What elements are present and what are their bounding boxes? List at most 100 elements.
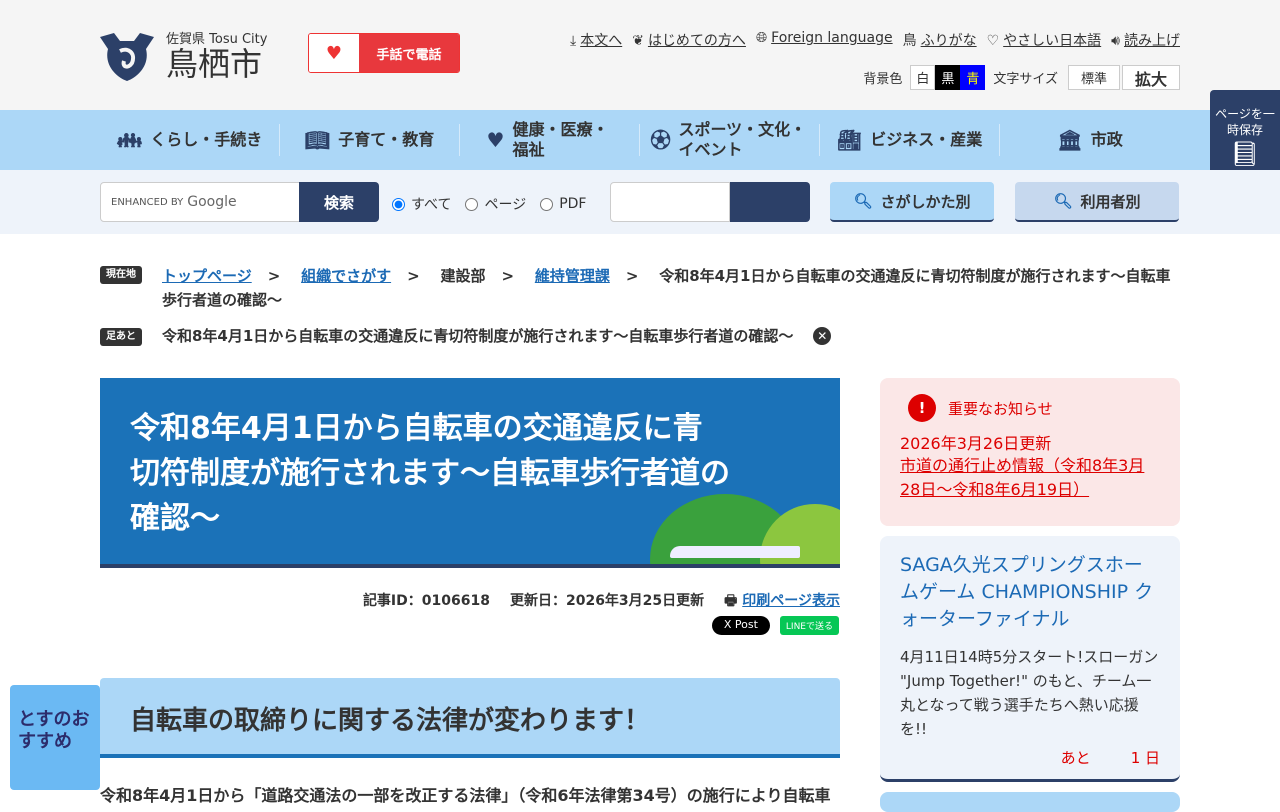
- print-label[interactable]: 印刷ページ表示: [742, 593, 840, 609]
- event-card-next[interactable]: [880, 792, 1180, 812]
- save-page-label: ページを一時保存: [1215, 107, 1275, 137]
- footprint-item[interactable]: 令和8年4月1日から自転車の交通違反に青切符制度が施行されます～自転車歩行者道の…: [162, 325, 793, 346]
- article-id: 記事ID：0106618: [362, 593, 490, 609]
- nav-city-admin[interactable]: 🏛︎ 市政: [1000, 124, 1180, 156]
- scope-all[interactable]: すべて: [392, 194, 451, 214]
- nav-label: くらし・手続き: [150, 130, 263, 149]
- article-meta: 記事ID：0106618 更新日：2026年3月25日更新 🖶 印刷ページ表示: [340, 590, 840, 614]
- updated-date: 更新日：2026年3月25日更新: [509, 593, 705, 609]
- nav-label: 市政: [1090, 130, 1123, 149]
- notice-link[interactable]: 市道の通行止め情報（令和8年3月28日～令和8年6月19日）: [900, 454, 1160, 502]
- util-furigana[interactable]: 鳥ふりがな: [903, 30, 977, 50]
- scope-label: すべて: [411, 197, 452, 213]
- event-countdown: あと 1 日: [900, 747, 1160, 768]
- sign-language-phone-button[interactable]: ♥ 手話で電話: [308, 33, 460, 73]
- google-brand: Google: [187, 194, 237, 210]
- print-link[interactable]: 🖶 印刷ページ表示: [724, 590, 840, 614]
- logo-title: 鳥栖市: [166, 45, 263, 83]
- breadcrumb: 現在地 トップページ > 組織でさがす > 建設部 > 維持管理課 > 令和8年4月1日…: [100, 264, 1180, 312]
- util-skip-to-content[interactable]: ⤓ 本文へ: [570, 30, 622, 50]
- scope-pdf-radio[interactable]: [540, 197, 554, 211]
- util-foreign-language[interactable]: 🌐︎ Foreign language: [756, 30, 893, 50]
- line-share-button[interactable]: LINEで送る: [779, 616, 839, 635]
- secondary-search-button[interactable]: [730, 182, 810, 222]
- bg-black-button[interactable]: 黒: [935, 65, 961, 90]
- button-label: さがしかた別: [880, 192, 971, 211]
- section-heading: 自転車の取締りに関する法律が変わります！: [100, 678, 840, 758]
- util-easy-japanese[interactable]: ♡ やさしい日本語: [987, 30, 1102, 50]
- search-button[interactable]: 検索: [299, 182, 379, 222]
- nav-health[interactable]: ♥ 健康・医療・福祉: [460, 120, 640, 159]
- scope-pdf[interactable]: PDF: [540, 194, 586, 214]
- util-link[interactable]: 本文へ: [580, 33, 622, 49]
- util-beginners[interactable]: ❦ はじめての方へ: [632, 30, 746, 50]
- sign-phone-label: 手話で電話: [359, 34, 459, 72]
- util-read-aloud[interactable]: 🔊︎ 読み上げ: [1111, 30, 1180, 50]
- article-title-banner: 令和8年4月1日から自転車の交通違反に青切符制度が施行されます～自転車歩行者道の…: [100, 378, 840, 568]
- train-decoration: [670, 546, 800, 558]
- globe-icon: 🌐︎: [755, 30, 768, 46]
- search-by-method-button[interactable]: 🔍︎ さがしかた別: [830, 182, 994, 222]
- scope-page-radio[interactable]: [465, 197, 479, 211]
- city-hall-icon: 🏛︎: [1057, 128, 1083, 152]
- event-description: 4月11日14時5分スタート!スローガン "Jump Together!" のも…: [900, 648, 1159, 738]
- scope-label: PDF: [559, 196, 587, 212]
- utility-links: ⤓ 本文へ ❦ はじめての方へ 🌐︎ Foreign language 鳥ふりがな ♡…: [570, 30, 1180, 50]
- bg-color-label: 背景色: [863, 72, 903, 87]
- scope-label: ページ: [484, 197, 527, 213]
- breadcrumb-link[interactable]: トップページ: [162, 267, 252, 285]
- site-logo[interactable]: 佐賀県 Tosu City 鳥栖市: [98, 28, 267, 81]
- book-icon: 📘︎: [1229, 140, 1261, 168]
- font-large-button[interactable]: 拡大: [1121, 65, 1180, 90]
- search-scope: すべて ページ PDF: [392, 194, 586, 214]
- beginner-icon: ❦: [632, 33, 644, 49]
- notice-title: 重要なお知らせ: [948, 399, 1053, 418]
- nav-label: スポーツ・文化・イベント: [678, 120, 807, 159]
- footprint-tag: 足あと: [100, 327, 142, 346]
- util-link[interactable]: 読み上げ: [1124, 33, 1180, 49]
- scope-page[interactable]: ページ: [465, 194, 526, 214]
- family-icon: 👪︎: [116, 128, 143, 152]
- close-icon[interactable]: ✕: [813, 326, 832, 345]
- printer-icon: 🖶: [724, 593, 743, 609]
- download-icon: ⤓: [570, 33, 577, 49]
- button-label: 利用者別: [1080, 192, 1141, 211]
- util-link[interactable]: はじめての方へ: [648, 33, 746, 49]
- search-bar: ENHANCED BY Google 検索 すべて ページ PDF 🔍︎ さがしかた…: [0, 170, 1280, 234]
- search-input[interactable]: ENHANCED BY Google: [100, 182, 300, 222]
- event-title[interactable]: SAGA久光スプリングスホームゲーム CHAMPIONSHIP クォーターファイ…: [900, 552, 1160, 633]
- share-buttons: X Post LINEで送る: [711, 616, 839, 635]
- city-emblem-icon: [100, 32, 154, 81]
- event-card[interactable]: SAGA久光スプリングスホームゲーム CHAMPIONSHIP クォーターファイ…: [880, 536, 1180, 782]
- breadcrumb-link[interactable]: 維持管理課: [535, 267, 610, 285]
- breadcrumb-tag: 現在地: [100, 266, 142, 284]
- countdown-prefix: あと: [1060, 749, 1091, 767]
- nav-sports[interactable]: ⚽︎ スポーツ・文化・イベント: [640, 120, 820, 159]
- display-settings: 背景色 白 黒 青 文字サイズ 標準 拡大: [855, 65, 1180, 90]
- nav-living[interactable]: 👪︎ くらし・手続き: [100, 124, 280, 156]
- breadcrumb-text: 建設部: [440, 267, 486, 285]
- recommend-button[interactable]: とすのおすすめ: [10, 685, 100, 790]
- secondary-search-input[interactable]: [610, 182, 730, 222]
- article-body: 令和8年4月1日から「道路交通法の一部を改正する法律」（令和6年法律第34号）の…: [100, 786, 831, 805]
- nav-childcare[interactable]: 📖︎ 子育て・教育: [280, 124, 460, 156]
- global-nav: 👪︎ くらし・手続き 📖︎ 子育て・教育 ♥ 健康・医療・福祉 ⚽︎ スポーツ・文化・イ…: [0, 110, 1280, 170]
- font-standard-button[interactable]: 標準: [1067, 65, 1120, 90]
- bg-blue-button[interactable]: 青: [960, 65, 986, 90]
- breadcrumb-link[interactable]: 組織でさがす: [301, 267, 391, 285]
- notice-date: 2026年3月26日更新: [900, 434, 1052, 453]
- x-post-button[interactable]: X Post: [711, 616, 770, 635]
- heart-icon: ♡: [986, 33, 1000, 49]
- nav-label: 健康・医療・福祉: [512, 120, 609, 159]
- heart-hands-icon: ♥: [309, 34, 359, 72]
- search-by-user-button[interactable]: 🔍︎ 利用者別: [1015, 182, 1179, 222]
- footprint: 足あと 令和8年4月1日から自転車の交通違反に青切符制度が施行されます～自転車歩…: [100, 325, 832, 346]
- scope-all-radio[interactable]: [392, 197, 405, 211]
- nav-business[interactable]: 🏭︎ ビジネス・産業: [820, 124, 1000, 156]
- util-link[interactable]: ふりがな: [921, 33, 977, 49]
- countdown-value: 1 日: [1130, 749, 1160, 767]
- bg-white-button[interactable]: 白: [910, 65, 936, 90]
- util-link[interactable]: Foreign language: [771, 30, 892, 46]
- google-label: ENHANCED BY: [111, 196, 184, 208]
- util-link[interactable]: やさしい日本語: [1003, 33, 1101, 49]
